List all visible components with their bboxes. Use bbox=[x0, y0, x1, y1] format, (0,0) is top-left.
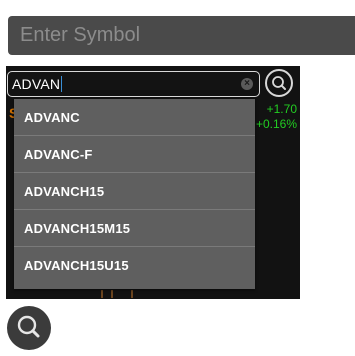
search-button[interactable] bbox=[265, 69, 293, 97]
text-cursor bbox=[61, 76, 63, 92]
floating-search-button[interactable] bbox=[7, 306, 51, 350]
suggestion-item[interactable]: ADVANCH15 bbox=[14, 173, 255, 210]
clear-circle-icon[interactable]: × bbox=[241, 78, 253, 90]
chart-candle bbox=[101, 290, 103, 298]
symbol-suggestions-list: ADVANC ADVANC-F ADVANCH15 ADVANCH15M15 A… bbox=[14, 99, 255, 289]
price-change: +1.70 bbox=[266, 102, 297, 116]
suggestion-item[interactable]: ADVANC-F bbox=[14, 136, 255, 173]
symbol-search-screen: Enter Symbol S +1.70 +0.16% ADVAN × ADVA… bbox=[0, 0, 355, 356]
chart-candle bbox=[131, 290, 133, 298]
suggestion-item[interactable]: ADVANCH15U15 bbox=[14, 247, 255, 284]
price-change-percent: +0.16% bbox=[255, 117, 297, 131]
suggestion-item[interactable]: ADVANC bbox=[14, 99, 255, 136]
symbol-search-value: ADVAN bbox=[12, 76, 61, 92]
suggestion-item[interactable]: ADVANCH15M15 bbox=[14, 210, 255, 247]
search-icon bbox=[272, 76, 286, 90]
enter-symbol-placeholder: Enter Symbol bbox=[20, 24, 141, 46]
symbol-search-field[interactable]: ADVAN × bbox=[7, 71, 260, 97]
chart-candle bbox=[111, 290, 113, 298]
search-icon bbox=[17, 315, 40, 338]
enter-symbol-input[interactable]: Enter Symbol bbox=[8, 16, 355, 55]
